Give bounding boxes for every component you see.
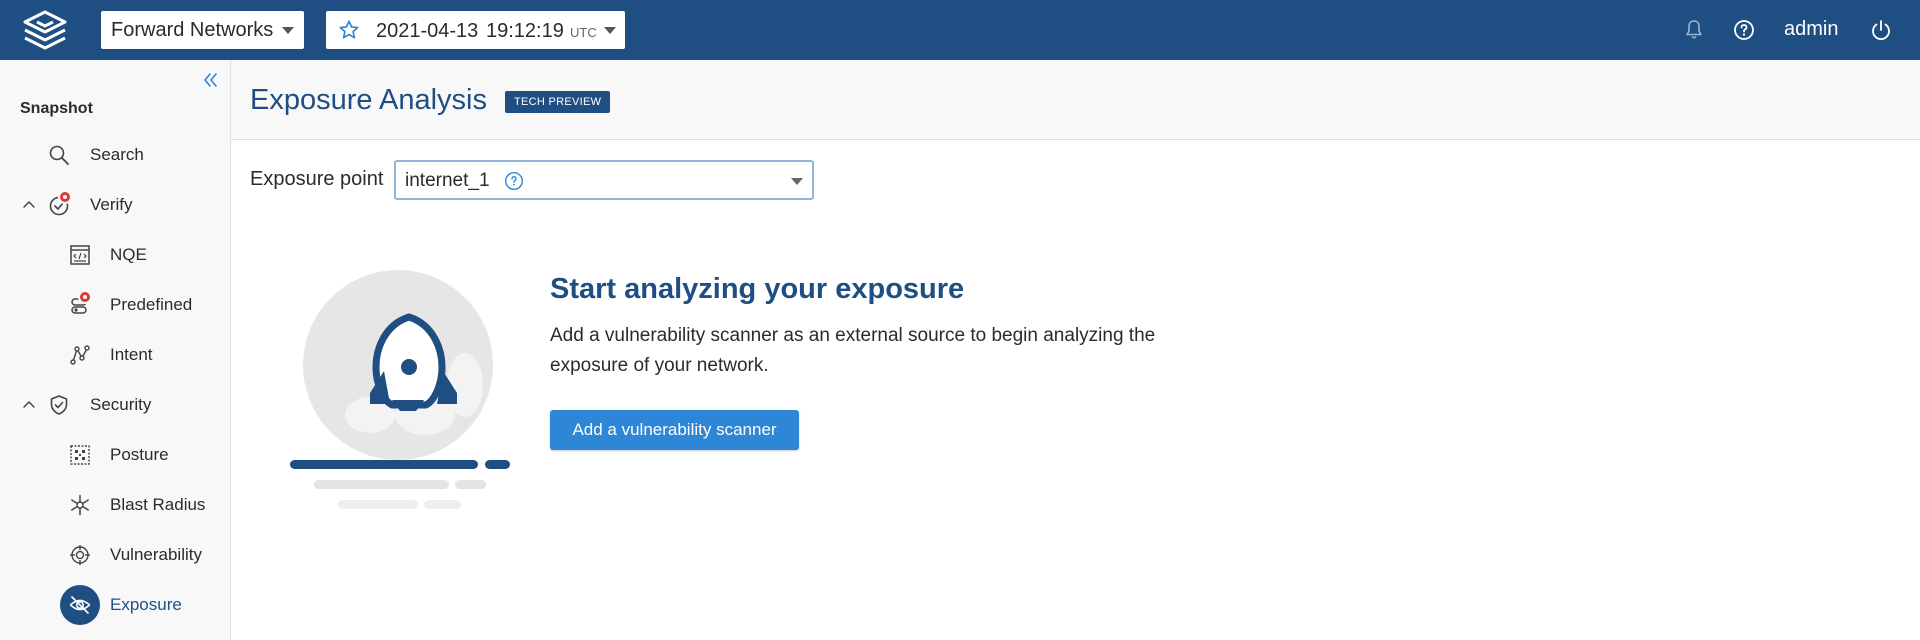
- sidebar-item-vulnerability[interactable]: Vulnerability: [0, 535, 230, 575]
- sidebar-item-label: Verify: [90, 195, 133, 214]
- sidebar: Snapshot Search Verify NQE Predefined In…: [0, 60, 231, 640]
- add-vulnerability-scanner-button[interactable]: Add a vulnerability scanner: [550, 410, 799, 450]
- snapshot-time: 19:12:19: [486, 20, 564, 42]
- snapshot-timezone: UTC: [570, 25, 597, 40]
- intent-icon: [70, 345, 90, 365]
- top-bar: Forward Networks 2021-04-13 19:12:19 UTC…: [0, 0, 1920, 60]
- sidebar-item-label: Exposure: [110, 595, 182, 614]
- sidebar-item-label: Posture: [110, 445, 169, 464]
- shield-icon: [50, 395, 68, 415]
- sidebar-item-label: Predefined: [110, 295, 193, 314]
- search-icon: [49, 145, 69, 165]
- sidebar-item-label: NQE: [110, 245, 147, 264]
- sidebar-item-predefined[interactable]: Predefined: [0, 285, 230, 325]
- power-icon[interactable]: [1869, 18, 1893, 42]
- chevron-down-icon: [282, 27, 294, 34]
- vulnerability-icon: [70, 545, 90, 565]
- collapse-sidebar-icon[interactable]: [200, 70, 220, 90]
- exposure-point-value: internet_1: [405, 170, 490, 191]
- sidebar-item-label: Search: [90, 145, 144, 164]
- sidebar-item-label: Security: [90, 395, 152, 414]
- network-select[interactable]: Forward Networks: [101, 11, 304, 49]
- bell-icon[interactable]: [1682, 18, 1706, 42]
- rocket-illustration: [290, 270, 510, 509]
- sidebar-item-nqe[interactable]: NQE: [0, 235, 230, 275]
- sidebar-item-posture[interactable]: Posture: [0, 435, 230, 475]
- alert-badge: [78, 290, 92, 304]
- nqe-icon: [70, 245, 90, 265]
- alert-badge: [58, 190, 72, 204]
- exposure-point-label: Exposure point: [250, 168, 384, 190]
- forward-networks-logo[interactable]: [18, 9, 72, 51]
- chevron-down-icon: [604, 27, 616, 34]
- blast-radius-icon: [71, 494, 89, 516]
- empty-state-text: Add a vulnerability scanner as an extern…: [550, 325, 1156, 376]
- help-icon[interactable]: [1732, 18, 1756, 42]
- sidebar-heading: Snapshot: [20, 100, 93, 117]
- star-icon[interactable]: [338, 19, 360, 41]
- sidebar-item-intent[interactable]: Intent: [0, 335, 230, 375]
- chevron-up-icon[interactable]: [22, 399, 36, 409]
- sidebar-item-security[interactable]: Security: [0, 385, 230, 425]
- empty-state-title: Start analyzing your exposure: [550, 273, 965, 305]
- chevron-down-icon: [791, 178, 803, 185]
- exposure-eye-icon: [69, 596, 91, 614]
- page-title: Exposure Analysis: [250, 84, 487, 116]
- exposure-point-select[interactable]: internet_1: [394, 160, 814, 200]
- sidebar-item-label: Vulnerability: [110, 545, 202, 564]
- sidebar-item-blast-radius[interactable]: Blast Radius: [0, 485, 230, 525]
- sidebar-item-label: Blast Radius: [110, 495, 206, 514]
- help-icon[interactable]: [504, 171, 524, 191]
- chevron-up-icon[interactable]: [22, 199, 36, 209]
- sidebar-item-label: Intent: [110, 345, 153, 364]
- network-select-value: Forward Networks: [111, 18, 274, 41]
- tech-preview-badge: TECH PREVIEW: [505, 91, 611, 113]
- snapshot-select[interactable]: 2021-04-13 19:12:19 UTC: [326, 11, 625, 49]
- page-header: Exposure Analysis TECH PREVIEW: [231, 60, 1920, 140]
- sidebar-item-exposure[interactable]: Exposure: [0, 585, 230, 625]
- sidebar-item-search[interactable]: Search: [0, 135, 230, 175]
- sidebar-item-verify[interactable]: Verify: [0, 185, 230, 225]
- snapshot-date: 2021-04-13: [376, 20, 479, 42]
- user-menu[interactable]: admin: [1784, 18, 1838, 41]
- posture-icon: [70, 445, 90, 465]
